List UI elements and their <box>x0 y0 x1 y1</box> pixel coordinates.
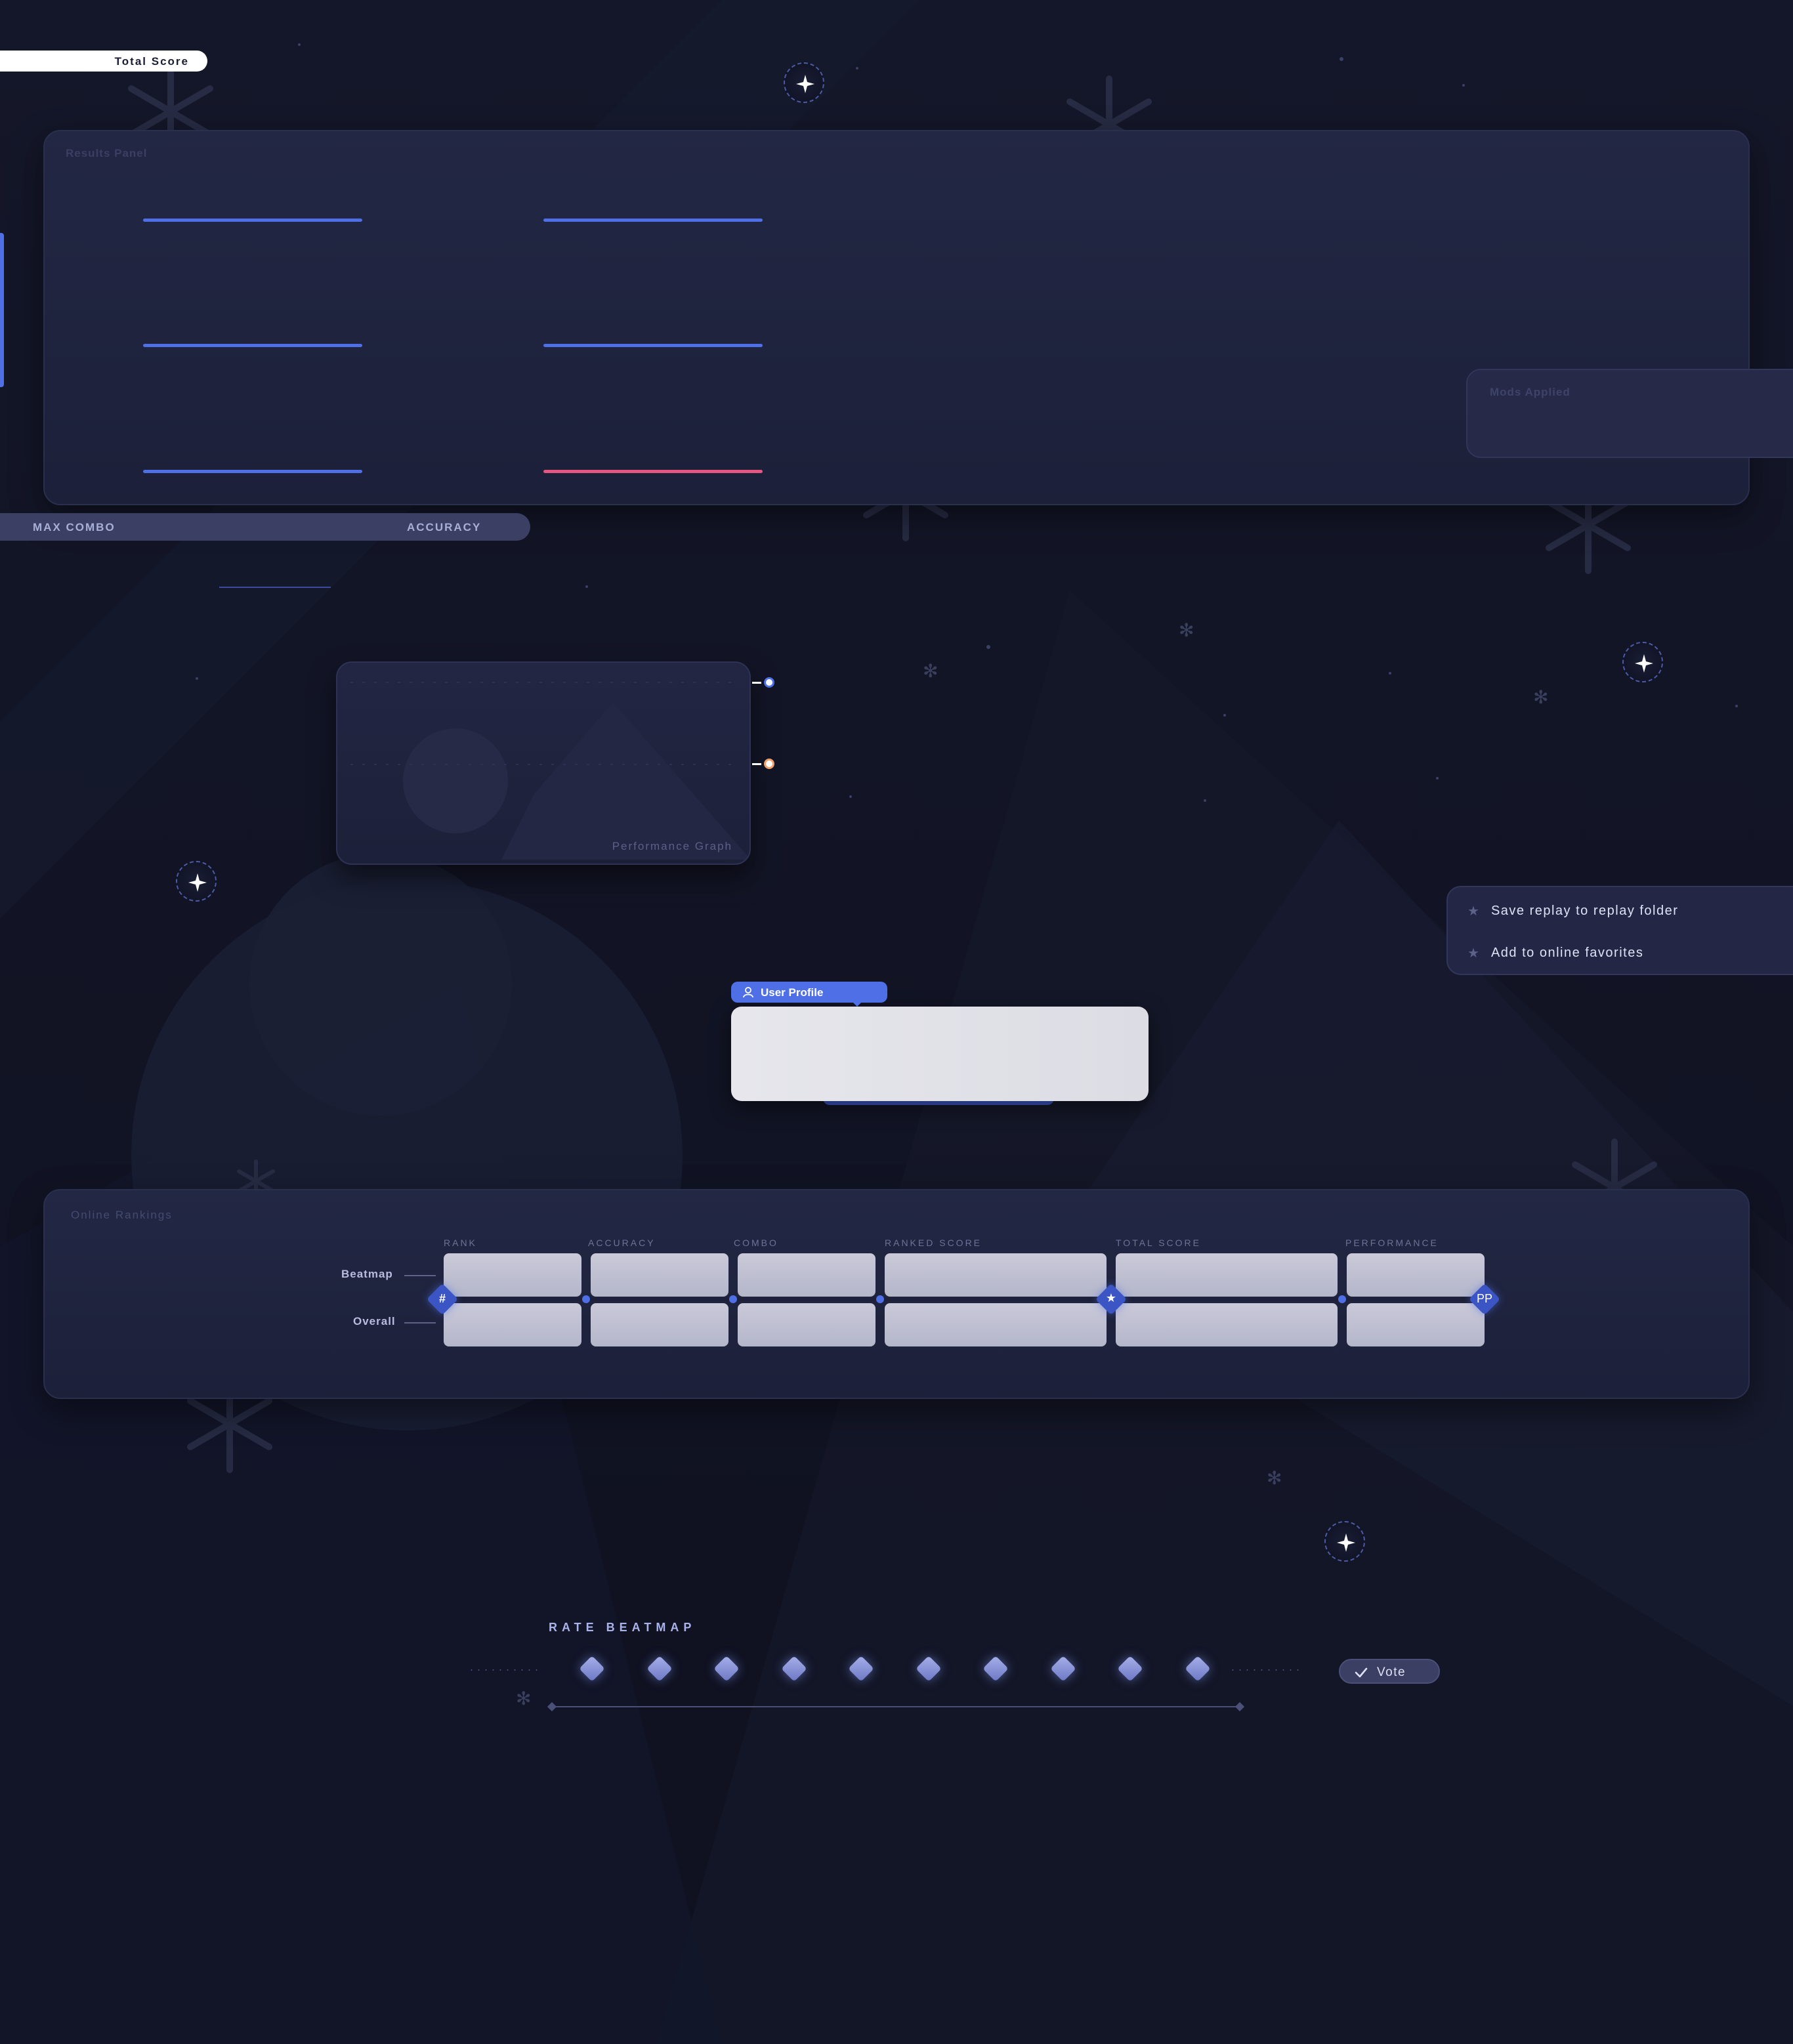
user-profile-card[interactable] <box>731 1007 1149 1101</box>
pp-node-label: PP <box>1476 1292 1492 1305</box>
menu-item-save-replay[interactable]: ★ Save replay to replay folder <box>1467 898 1678 924</box>
table-cell <box>885 1303 1107 1346</box>
table-cell <box>591 1303 728 1346</box>
stat-line <box>543 344 763 347</box>
star-icon: ★ <box>1467 946 1479 961</box>
results-panel-title: Results Panel <box>66 147 148 159</box>
connector-node <box>729 1295 737 1303</box>
rank-node-label: # <box>438 1292 446 1305</box>
total-score-label: Total Score <box>114 55 189 68</box>
stat-line <box>543 219 763 222</box>
svg-text:✻: ✻ <box>516 1688 531 1709</box>
performance-graph-art <box>350 682 749 860</box>
table-cell <box>1116 1253 1338 1297</box>
performance-graph-card: Performance Graph <box>336 661 751 865</box>
column-header-rank: RANK <box>444 1238 477 1248</box>
table-cell <box>885 1253 1107 1297</box>
graph-marker-orange[interactable] <box>764 759 774 769</box>
table-cell <box>1116 1303 1338 1346</box>
rate-beatmap-title: RATE BEATMAP <box>549 1621 696 1634</box>
context-menu: ★ Save replay to replay folder ★ Add to … <box>1446 886 1793 975</box>
table-cell <box>738 1253 875 1297</box>
star-icon: ★ <box>1105 1291 1117 1304</box>
graph-tick <box>752 763 761 765</box>
row-label-overall: Overall <box>353 1315 396 1327</box>
sparkle-badge <box>1622 642 1663 682</box>
column-header-performance: PERFORMANCE <box>1345 1238 1439 1248</box>
stat-line <box>143 344 362 347</box>
menu-item-label: Save replay to replay folder <box>1490 903 1679 918</box>
user-profile-label: User Profile <box>761 986 824 999</box>
accuracy-label: ACCURACY <box>407 521 482 533</box>
row-connector <box>404 1322 436 1324</box>
vote-button[interactable]: Vote <box>1339 1659 1440 1684</box>
left-accent-bar <box>0 233 4 387</box>
divider-line <box>219 587 331 588</box>
sparkle-icon <box>1635 654 1653 673</box>
dotted-lead-right: .......... <box>1231 1660 1304 1673</box>
rating-track <box>551 1706 1240 1707</box>
table-cell <box>1347 1253 1485 1297</box>
table-cell <box>1347 1303 1485 1346</box>
row-label-beatmap: Beatmap <box>341 1268 393 1280</box>
connector-node <box>876 1295 884 1303</box>
graph-marker-blue[interactable] <box>764 677 774 688</box>
connector-node <box>1338 1295 1346 1303</box>
menu-item-label: Add to online favorites <box>1490 945 1644 960</box>
rankings-center-line <box>442 1297 1485 1301</box>
sparkle-icon <box>796 75 814 93</box>
menu-item-add-favorites[interactable]: ★ Add to online favorites <box>1467 940 1643 966</box>
table-cell <box>591 1253 728 1297</box>
user-icon <box>743 987 753 998</box>
svg-text:✻: ✻ <box>923 660 938 682</box>
online-rankings-title: Online Rankings <box>71 1209 173 1221</box>
table-cell <box>444 1303 581 1346</box>
svg-text:✻: ✻ <box>1533 686 1548 708</box>
column-header-ranked-score: RANKED SCORE <box>885 1238 982 1248</box>
column-header-total-score: TOTAL SCORE <box>1116 1238 1201 1248</box>
connector-node <box>582 1295 590 1303</box>
mods-applied-card: Mods Applied <box>1466 369 1793 458</box>
table-cell <box>738 1303 875 1346</box>
performance-graph-title: Performance Graph <box>612 840 732 852</box>
sparkle-badge <box>1324 1521 1365 1562</box>
table-cell <box>444 1253 581 1297</box>
tag-pointer <box>851 1000 864 1007</box>
sparkle-badge <box>176 861 217 902</box>
column-header-accuracy: ACCURACY <box>588 1238 656 1248</box>
svg-text:✻: ✻ <box>1267 1467 1282 1489</box>
sparkle-icon <box>1337 1533 1355 1552</box>
max-combo-label: MAX COMBO <box>33 521 116 533</box>
mods-applied-title: Mods Applied <box>1490 386 1571 398</box>
stat-line-red <box>543 470 763 473</box>
svg-text:✻: ✻ <box>1179 619 1194 641</box>
sparkle-icon <box>188 873 207 892</box>
stat-line <box>143 470 362 473</box>
total-score-pill: Total Score <box>0 51 207 72</box>
column-header-combo: COMBO <box>734 1238 778 1248</box>
user-profile-tag[interactable]: User Profile <box>731 982 887 1007</box>
row-connector <box>404 1275 436 1276</box>
sparkle-badge <box>784 62 824 103</box>
vote-label: Vote <box>1377 1665 1406 1679</box>
graph-tick <box>752 682 761 684</box>
dotted-lead-left: .......... <box>470 1660 543 1673</box>
combo-accuracy-strip: MAX COMBO ACCURACY <box>0 513 530 541</box>
check-icon <box>1355 1667 1368 1678</box>
star-icon: ★ <box>1467 904 1479 919</box>
stat-line <box>143 219 362 222</box>
